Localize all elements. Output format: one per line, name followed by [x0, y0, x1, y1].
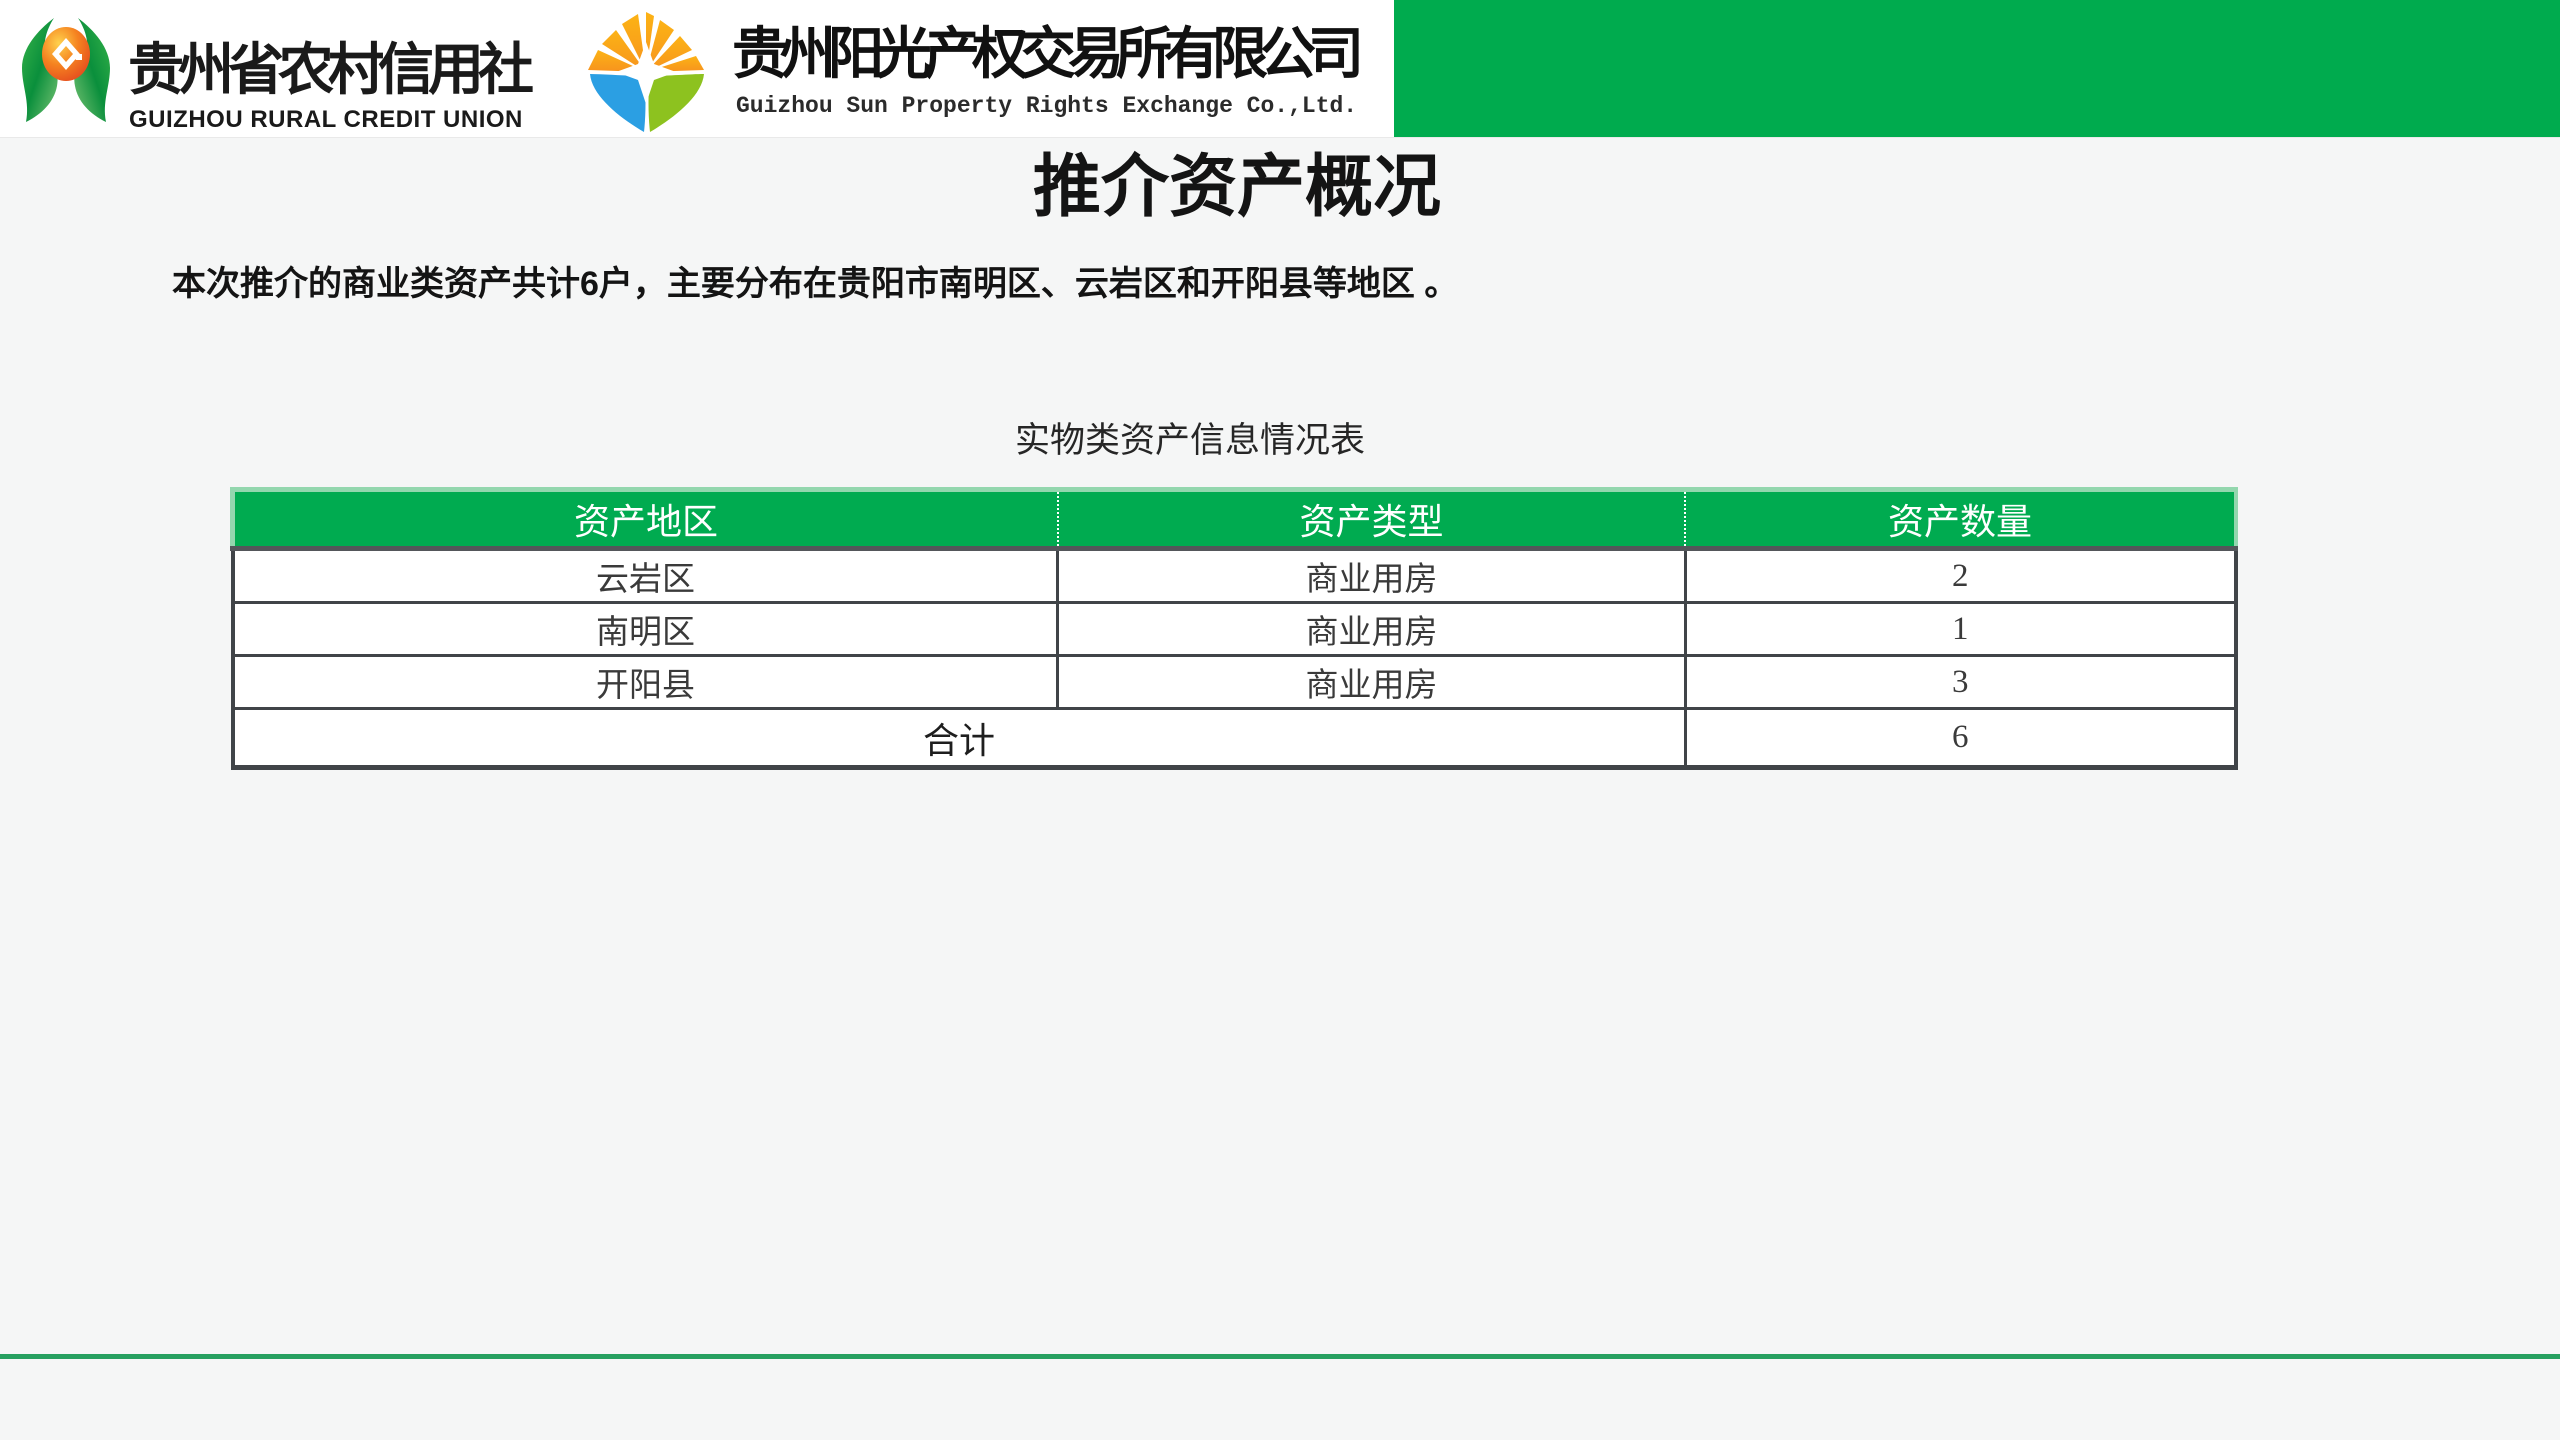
cell-quantity: 1: [1685, 603, 2236, 656]
table-header-row: 资产地区 资产类型 资产数量: [233, 490, 2237, 549]
cell-type: 商业用房: [1058, 603, 1685, 656]
cell-quantity: 2: [1685, 549, 2236, 603]
col-header-quantity: 资产数量: [1685, 490, 2236, 549]
credit-union-name-en: GUIZHOU RURAL CREDIT UNION: [129, 108, 523, 132]
footer-divider-line: [0, 1354, 2560, 1359]
col-header-type: 资产类型: [1058, 490, 1685, 549]
table-caption: 实物类资产信息情况表: [0, 420, 2380, 462]
col-header-region: 资产地区: [233, 490, 1058, 549]
cell-quantity: 3: [1685, 656, 2236, 709]
exchange-name-en: Guizhou Sun Property Rights Exchange Co.…: [736, 95, 1357, 118]
cell-type: 商业用房: [1058, 656, 1685, 709]
header-green-bar: [1394, 0, 2560, 137]
credit-union-name-cn: 贵州省农村信用社: [128, 42, 528, 98]
exchange-name-cn: 贵州阳光产权交易所有限公司: [732, 26, 1356, 82]
table-total-row: 合计 6: [233, 709, 2237, 768]
cell-region: 开阳县: [233, 656, 1058, 709]
total-value: 6: [1685, 709, 2236, 768]
credit-union-logo-icon: [14, 16, 118, 129]
table-row: 云岩区 商业用房 2: [233, 549, 2237, 603]
table-row: 南明区 商业用房 1: [233, 603, 2237, 656]
asset-table: 资产地区 资产类型 资产数量 云岩区 商业用房 2 南明区 商业用房 1 开阳县…: [230, 487, 2238, 770]
header-strip: 贵州省农村信用社 GUIZHOU RURAL CREDIT UNION: [0, 0, 2560, 138]
sun-exchange-logo-icon: [576, 8, 716, 139]
cell-region: 云岩区: [233, 549, 1058, 603]
cell-region: 南明区: [233, 603, 1058, 656]
cell-type: 商业用房: [1058, 549, 1685, 603]
page-title: 推介资产概况: [0, 148, 2474, 226]
table-row: 开阳县 商业用房 3: [233, 656, 2237, 709]
intro-text: 本次推介的商业类资产共计6户，主要分布在贵阳市南明区、云岩区和开阳县等地区 。: [172, 262, 1458, 306]
total-label: 合计: [233, 709, 1686, 768]
